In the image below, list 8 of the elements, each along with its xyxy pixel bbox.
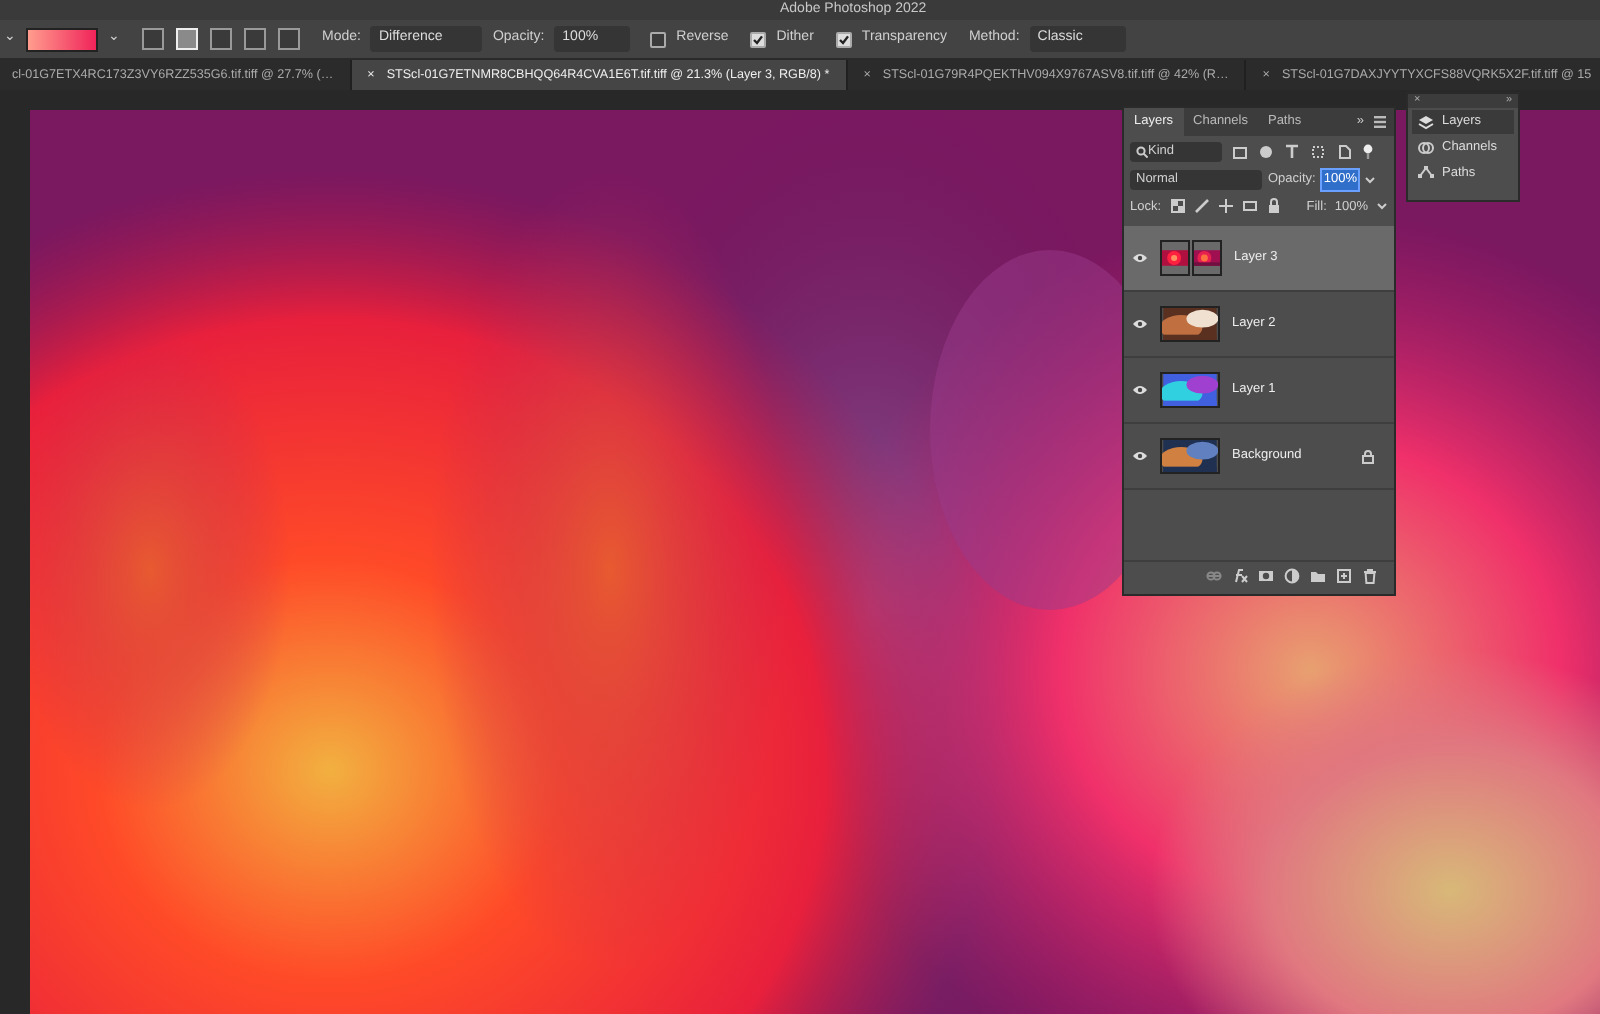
checkbox[interactable] bbox=[835, 31, 852, 47]
gradient-type-button[interactable] bbox=[210, 28, 232, 50]
gradient-type-button[interactable] bbox=[142, 28, 164, 50]
checkbox[interactable] bbox=[650, 31, 667, 47]
gradient-type-button[interactable] bbox=[244, 28, 266, 50]
gradient-type-button[interactable] bbox=[278, 28, 300, 50]
checkbox[interactable] bbox=[750, 31, 767, 47]
gradient-swatch[interactable] bbox=[26, 27, 98, 51]
